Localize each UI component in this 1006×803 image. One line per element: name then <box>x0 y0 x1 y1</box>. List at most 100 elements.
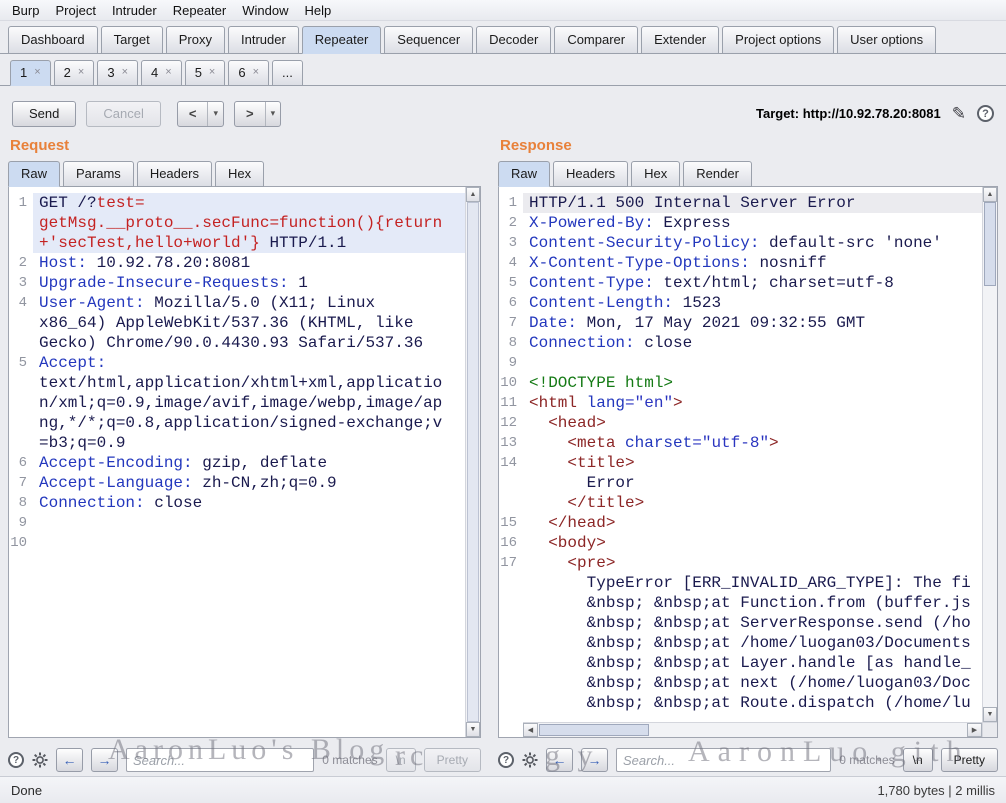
help-icon[interactable]: ? <box>977 105 994 122</box>
tab-intruder[interactable]: Intruder <box>228 26 299 54</box>
search-prev-button[interactable]: ← <box>56 748 83 772</box>
code-line: &nbsp; &nbsp;at /home/luogan03/Documents <box>523 633 982 653</box>
response-search-bar: ? ← → 0 matches \n Pretty <box>498 744 998 776</box>
repeater-tab-5[interactable]: 5× <box>185 60 226 86</box>
line-number: 11 <box>499 393 523 413</box>
request-code-row: x86_64) AppleWebKit/537.36 (KHTML, like <box>9 313 465 333</box>
tab-repeater[interactable]: Repeater <box>302 26 381 54</box>
scroll-left-icon[interactable]: ◀ <box>523 723 538 737</box>
tab-dashboard[interactable]: Dashboard <box>8 26 98 54</box>
search-next-button[interactable]: → <box>581 748 608 772</box>
cancel-button[interactable]: Cancel <box>86 101 160 127</box>
tab-comparer[interactable]: Comparer <box>554 26 638 54</box>
tab-target[interactable]: Target <box>101 26 163 54</box>
history-back-button[interactable]: < ▾ <box>177 101 224 127</box>
send-button[interactable]: Send <box>12 101 76 127</box>
scroll-down-icon[interactable]: ▼ <box>983 707 997 722</box>
menu-item-help[interactable]: Help <box>296 1 339 20</box>
repeater-tab-6[interactable]: 6× <box>228 60 269 86</box>
code-line: &nbsp; &nbsp;at next (/home/luogan03/Doc <box>523 673 982 693</box>
menu-item-project[interactable]: Project <box>47 1 103 20</box>
line-number: 5 <box>9 353 33 373</box>
response-pretty-button[interactable]: Pretty <box>941 748 998 772</box>
response-tab-raw[interactable]: Raw <box>498 161 550 187</box>
menu-item-intruder[interactable]: Intruder <box>104 1 165 20</box>
code-line: TypeError [ERR_INVALID_ARG_TYPE]: The fi <box>523 573 982 593</box>
tab-close-icon[interactable]: × <box>78 67 84 78</box>
target-url: http://10.92.78.20:8081 <box>803 106 941 121</box>
search-next-button[interactable]: → <box>91 748 118 772</box>
request-editor[interactable]: 1GET /?test=getMsg.__proto__.secFunc=fun… <box>8 187 481 738</box>
gear-icon[interactable] <box>32 752 48 768</box>
request-tab-headers[interactable]: Headers <box>137 161 212 187</box>
response-search-input[interactable] <box>616 748 831 772</box>
search-help-icon[interactable]: ? <box>8 752 24 768</box>
edit-target-pencil-icon[interactable]: ✎ <box>952 104 966 124</box>
code-line <box>523 353 982 373</box>
repeater-tab-4[interactable]: 4× <box>141 60 182 86</box>
search-help-icon[interactable]: ? <box>498 752 514 768</box>
tab-project-options[interactable]: Project options <box>722 26 834 54</box>
request-code-row: 6Accept-Encoding: gzip, deflate <box>9 453 465 473</box>
repeater-tab-3[interactable]: 3× <box>97 60 138 86</box>
line-number <box>499 673 523 693</box>
code-line: X-Powered-By: Express <box>523 213 982 233</box>
request-tab-hex[interactable]: Hex <box>215 161 264 187</box>
repeater-tab-overflow[interactable]: ... <box>272 60 303 86</box>
response-vertical-scrollbar[interactable]: ▲ ▼ <box>982 187 997 722</box>
target-caption: Target: <box>756 106 799 121</box>
scroll-right-icon[interactable]: ▶ <box>967 723 982 737</box>
scroll-up-icon[interactable]: ▲ <box>983 187 997 202</box>
tab-close-icon[interactable]: × <box>209 67 215 78</box>
response-newline-toggle[interactable]: \n <box>903 748 933 772</box>
repeater-tab-label: 6 <box>238 65 245 80</box>
code-line: Accept: <box>33 353 465 373</box>
gear-icon[interactable] <box>522 752 538 768</box>
chevron-down-icon[interactable]: ▾ <box>265 102 281 126</box>
history-forward-button[interactable]: > ▾ <box>234 101 281 127</box>
search-prev-button[interactable]: ← <box>546 748 573 772</box>
code-line: Upgrade-Insecure-Requests: 1 <box>33 273 465 293</box>
response-editor[interactable]: 1HTTP/1.1 500 Internal Server Error2X-Po… <box>498 187 998 738</box>
code-line: </head> <box>523 513 982 533</box>
response-tab-render[interactable]: Render <box>683 161 752 187</box>
code-line: <meta charset="utf-8"> <box>523 433 982 453</box>
tab-user-options[interactable]: User options <box>837 26 936 54</box>
line-number: 7 <box>9 473 33 493</box>
code-line: <pre> <box>523 553 982 573</box>
menu-item-burp[interactable]: Burp <box>4 1 47 20</box>
repeater-tab-1[interactable]: 1× <box>10 60 51 86</box>
request-tab-params[interactable]: Params <box>63 161 134 187</box>
menu-item-repeater[interactable]: Repeater <box>165 1 234 20</box>
tab-proxy[interactable]: Proxy <box>166 26 225 54</box>
response-tab-hex[interactable]: Hex <box>631 161 680 187</box>
menu-item-window[interactable]: Window <box>234 1 296 20</box>
tab-sequencer[interactable]: Sequencer <box>384 26 473 54</box>
scroll-up-icon[interactable]: ▲ <box>466 187 480 202</box>
response-code[interactable]: 1HTTP/1.1 500 Internal Server Error2X-Po… <box>499 193 982 737</box>
request-scrollbar-thumb[interactable] <box>467 202 479 722</box>
repeater-tab-2[interactable]: 2× <box>54 60 95 86</box>
response-hscrollbar-thumb[interactable] <box>539 724 649 736</box>
tab-close-icon[interactable]: × <box>165 67 171 78</box>
request-search-input[interactable] <box>126 748 314 772</box>
request-pretty-button[interactable]: Pretty <box>424 748 481 772</box>
response-code-row: 2X-Powered-By: Express <box>499 213 982 233</box>
request-code[interactable]: 1GET /?test=getMsg.__proto__.secFunc=fun… <box>9 193 465 737</box>
response-scrollbar-thumb[interactable] <box>984 202 996 286</box>
tab-close-icon[interactable]: × <box>122 67 128 78</box>
response-code-row: 15 </head> <box>499 513 982 533</box>
response-tab-headers[interactable]: Headers <box>553 161 628 187</box>
response-title: Response <box>498 137 998 161</box>
request-code-row: 5Accept: <box>9 353 465 373</box>
response-horizontal-scrollbar[interactable]: ◀ ▶ <box>523 722 982 737</box>
chevron-down-icon[interactable]: ▾ <box>207 102 223 126</box>
request-vertical-scrollbar[interactable]: ▲ ▼ <box>465 187 480 737</box>
request-tab-raw[interactable]: Raw <box>8 161 60 187</box>
request-newline-toggle[interactable]: \n <box>386 748 416 772</box>
tab-extender[interactable]: Extender <box>641 26 719 54</box>
tab-close-icon[interactable]: × <box>253 67 259 78</box>
scroll-down-icon[interactable]: ▼ <box>466 722 480 737</box>
tab-close-icon[interactable]: × <box>34 67 40 78</box>
tab-decoder[interactable]: Decoder <box>476 26 551 54</box>
